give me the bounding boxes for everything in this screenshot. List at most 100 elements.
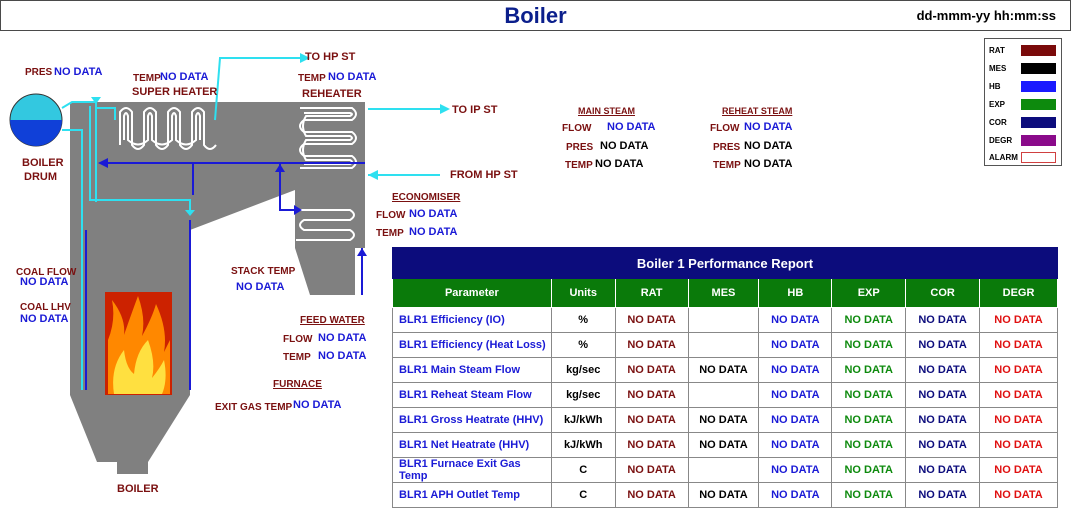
- table-cell-exp: NO DATA: [831, 382, 907, 408]
- reheat-steam-title: REHEAT STEAM: [722, 106, 793, 116]
- table-cell-cor: NO DATA: [905, 382, 981, 408]
- table-cell-exp: NO DATA: [831, 432, 907, 458]
- table-cell-rat: NO DATA: [614, 482, 689, 508]
- table-cell-mes: NO DATA: [687, 482, 760, 508]
- table-cell-degr: NO DATA: [979, 357, 1058, 383]
- table-cell-param: BLR1 Efficiency (Heat Loss): [392, 332, 552, 358]
- table-row: BLR1 Efficiency (IO)% NO DATA NO DATA NO DA…: [392, 307, 1058, 333]
- col-header-units: Units: [550, 278, 616, 308]
- table-cell-hb: NO DATA: [758, 407, 833, 433]
- econ-temp-label: TEMP: [376, 228, 404, 239]
- ms-flow-label: FLOW: [562, 123, 592, 134]
- legend-swatch: [1021, 135, 1056, 146]
- boiler-top-panel: [295, 102, 365, 248]
- table-cell-unit: kg/sec: [550, 382, 616, 408]
- main-steam-title: MAIN STEAM: [578, 106, 635, 116]
- table-cell-unit: %: [550, 307, 616, 333]
- to-hp-label: TO HP ST: [305, 51, 356, 63]
- legend-label: COR: [989, 118, 1007, 127]
- table-cell-hb: NO DATA: [758, 432, 833, 458]
- drum-pres-value: NO DATA: [54, 66, 103, 78]
- econ-flow-value: NO DATA: [409, 208, 458, 220]
- table-row: BLR1 Reheat Steam Flow kg/sec NO DATA NO DA…: [392, 382, 1058, 408]
- table-cell-cor: NO DATA: [905, 432, 981, 458]
- table-cell-unit: C: [550, 482, 616, 508]
- page-title: Boiler: [504, 3, 567, 28]
- ms-temp-value: NO DATA: [595, 158, 644, 170]
- table-cell-cor: NO DATA: [905, 457, 981, 483]
- table-cell-hb: NO DATA: [758, 307, 833, 333]
- col-header-parameter: Parameter: [392, 278, 552, 308]
- col-header-cor: COR: [905, 278, 981, 308]
- table-cell-unit: kJ/kWh: [550, 407, 616, 433]
- table-cell-degr: NO DATA: [979, 482, 1058, 508]
- ms-pres-value: NO DATA: [600, 140, 649, 152]
- legend-swatch: [1021, 63, 1056, 74]
- furnace-exit-label: EXIT GAS TEMP: [215, 402, 293, 413]
- stack-temp-label: STACK TEMP: [231, 266, 296, 277]
- table-row: BLR1 APH Outlet Temp C NO DATA NO DATA NO DA…: [392, 482, 1058, 508]
- table-cell-cor: NO DATA: [905, 307, 981, 333]
- datetime-display: dd-mmm-yy hh:mm:ss: [916, 8, 1056, 23]
- to-ip-label: TO IP ST: [452, 104, 498, 116]
- legend-label: MES: [989, 64, 1007, 73]
- legend-swatch: [1021, 99, 1056, 110]
- table-cell-hb: NO DATA: [758, 482, 833, 508]
- boiler-drum-water: [10, 120, 62, 146]
- fw-temp-value: NO DATA: [318, 350, 367, 362]
- sh-name: SUPER HEATER: [132, 86, 218, 98]
- table-cell-exp: NO DATA: [831, 457, 907, 483]
- table-cell-rat: NO DATA: [614, 407, 689, 433]
- table-cell-mes: NO DATA: [687, 432, 760, 458]
- table-cell-cor: NO DATA: [905, 357, 981, 383]
- fw-title: FEED WATER: [300, 315, 365, 326]
- table-cell-hb: NO DATA: [758, 382, 833, 408]
- from-hp-label: FROM HP ST: [450, 169, 518, 181]
- furnace-title: FURNACE: [273, 379, 322, 390]
- table-row: BLR1 Main Steam Flow kg/sec NO DATA NO DATA…: [392, 357, 1058, 383]
- legend-swatch: [1021, 45, 1056, 56]
- drum-name-line2: DRUM: [24, 171, 57, 183]
- econ-title: ECONOMISER: [392, 192, 461, 203]
- table-cell-cor: NO DATA: [905, 407, 981, 433]
- table-cell-cor: NO DATA: [905, 482, 981, 508]
- status-legend: RAT MES HB EXP COR DEGR ALARM: [984, 38, 1062, 166]
- ms-flow-value: NO DATA: [607, 121, 656, 133]
- ms-temp-label: TEMP: [565, 160, 593, 171]
- table-cell-unit: C: [550, 457, 616, 483]
- table-cell-unit: kJ/kWh: [550, 432, 616, 458]
- table-cell-degr: NO DATA: [979, 407, 1058, 433]
- table-cell-param: BLR1 Main Steam Flow: [392, 357, 552, 383]
- table-cell-degr: NO DATA: [979, 382, 1058, 408]
- table-cell-mes: NO DATA: [687, 357, 760, 383]
- table-cell-param: BLR1 Gross Heatrate (HHV): [392, 407, 552, 433]
- fw-temp-label: TEMP: [283, 352, 311, 363]
- legend-swatch: [1021, 117, 1056, 128]
- table-cell-degr: NO DATA: [979, 432, 1058, 458]
- table-cell-rat: NO DATA: [614, 357, 689, 383]
- table-row: BLR1 Furnace Exit Gas Temp C NO DATA NO DAT…: [392, 457, 1058, 483]
- boiler-base: [117, 462, 148, 474]
- rs-temp-label: TEMP: [713, 160, 741, 171]
- table-cell-degr: NO DATA: [979, 457, 1058, 483]
- table-cell-rat: NO DATA: [614, 332, 689, 358]
- table-cell-unit: kg/sec: [550, 357, 616, 383]
- rh-name: REHEATER: [302, 88, 362, 100]
- stack-temp-value: NO DATA: [236, 281, 285, 293]
- table-cell-param: BLR1 Efficiency (IO): [392, 307, 552, 333]
- col-header-hb: HB: [758, 278, 833, 308]
- rs-flow-value: NO DATA: [744, 121, 793, 133]
- table-cell-degr: NO DATA: [979, 332, 1058, 358]
- legend-swatch: [1021, 81, 1056, 92]
- coal-lhv-value: NO DATA: [20, 313, 69, 325]
- rh-temp-label: TEMP: [298, 73, 326, 84]
- table-cell-unit: %: [550, 332, 616, 358]
- ms-pres-label: PRES: [566, 142, 594, 153]
- table-cell-rat: NO DATA: [614, 382, 689, 408]
- table-cell-param: BLR1 Furnace Exit Gas Temp: [392, 457, 552, 483]
- fw-flow-label: FLOW: [283, 334, 313, 345]
- coal-flow-value: NO DATA: [20, 276, 69, 288]
- coal-lhv-label: COAL LHV: [20, 302, 71, 313]
- table-row: BLR1 Net Heatrate (HHV) kJ/kWh NO DATA NO D…: [392, 432, 1058, 458]
- sh-temp-label: TEMP: [133, 73, 161, 84]
